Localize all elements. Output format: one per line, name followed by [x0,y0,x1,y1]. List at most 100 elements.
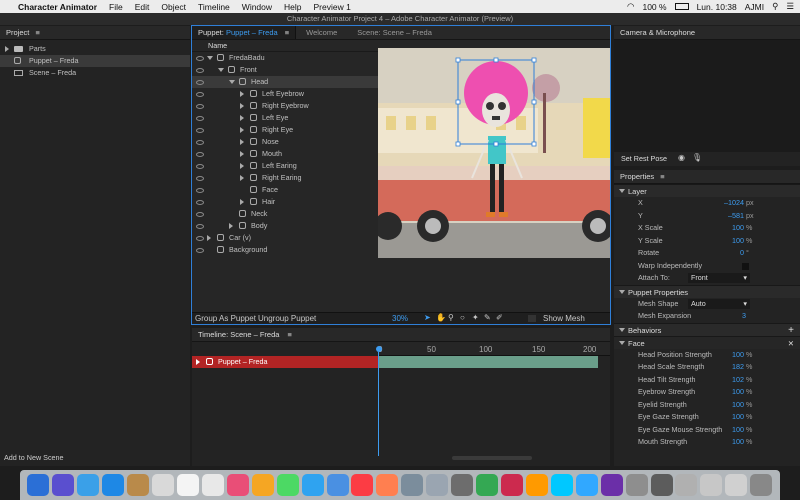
property-row[interactable]: Eyebrow Strength 100% [614,386,800,399]
expand-icon[interactable] [5,46,9,52]
visibility-eye-icon[interactable] [196,248,204,253]
property-value[interactable]: 0 [740,247,744,260]
visibility-eye-icon[interactable] [196,236,204,241]
track-row-puppet[interactable]: Puppet – Freda [192,356,378,368]
trash-icon[interactable] [750,474,773,496]
property-row[interactable]: X Scale 100% [614,222,800,235]
handle-tool-icon[interactable]: ✐ [496,313,503,322]
expand-icon[interactable] [240,175,244,181]
zoom-level[interactable]: 30% [392,314,408,323]
visibility-eye-icon[interactable] [196,176,204,181]
property-row[interactable]: Eyelid Strength 100% [614,399,800,412]
chrome-icon[interactable] [476,474,499,496]
layer-section[interactable]: Layer [614,184,800,197]
mesh-expansion-value[interactable]: 3 [742,310,746,323]
property-row[interactable]: Head Scale Strength 182% [614,361,800,374]
visibility-eye-icon[interactable] [196,80,204,85]
puppet-properties-section[interactable]: Puppet Properties [614,284,800,298]
clock[interactable]: Lun. 10:38 [697,2,737,12]
visibility-eye-icon[interactable] [196,116,204,121]
menu-preview[interactable]: Preview 1 [308,2,357,12]
select-tool-icon[interactable]: ➤ [424,313,431,322]
tab-scene[interactable]: Scene: Scene – Freda [347,26,442,39]
terminal-icon[interactable] [451,474,474,496]
property-row[interactable]: Head Tilt Strength 102% [614,374,800,387]
property-value[interactable]: 100 [732,424,744,437]
search-icon[interactable]: ⚲ [772,1,778,12]
visibility-eye-icon[interactable] [196,92,204,97]
expand-icon[interactable] [240,151,244,157]
tab-puppet[interactable]: Puppet: Puppet – Freda ≡ [192,26,297,39]
folder-icon[interactable] [625,474,648,496]
panel-menu-icon[interactable]: ≡ [285,28,289,37]
visibility-eye-icon[interactable] [196,128,204,133]
menu-window[interactable]: Window [236,2,278,12]
maps-icon[interactable] [251,474,274,496]
photos-icon[interactable] [226,474,249,496]
property-value[interactable]: 102 [732,374,744,387]
expand-icon[interactable] [240,199,244,205]
show-mesh-checkbox[interactable] [528,315,536,322]
collapse-icon[interactable] [207,56,213,60]
expand-icon[interactable] [229,223,233,229]
zoom-tool-icon[interactable]: ⚲ [448,313,454,322]
mesh-expansion-row[interactable]: Mesh Expansion 3 [614,310,800,323]
panel-menu-icon[interactable]: ≡ [35,28,39,37]
property-row[interactable]: Rotate 0 ° [614,247,800,260]
menu-object[interactable]: Object [155,2,192,12]
documents-icon[interactable] [725,474,748,496]
expand-icon[interactable] [240,91,244,97]
wifi-icon[interactable]: ◠ [627,1,634,12]
ungroup-puppet-button[interactable]: Ungroup Puppet [258,314,316,323]
downloads-icon[interactable] [700,474,723,496]
messages-icon[interactable] [276,474,299,496]
origin-tool-icon[interactable]: ○ [460,313,465,322]
battery-icon[interactable] [674,3,689,10]
attach-to-dropdown[interactable]: Front ▾ [688,273,750,283]
menu-edit[interactable]: Edit [129,2,156,12]
pin-tool-icon[interactable]: ✦ [472,313,479,322]
project-item-puppet[interactable]: Puppet – Freda [0,55,190,67]
property-value[interactable]: 100 [732,436,744,449]
project-item-scene[interactable]: Scene – Freda [0,67,190,79]
visibility-eye-icon[interactable] [196,104,204,109]
mesh-shape-row[interactable]: Mesh Shape Auto ▾ [614,298,800,311]
expand-icon[interactable] [240,163,244,169]
safari-icon[interactable] [102,474,125,496]
visibility-eye-icon[interactable] [196,200,204,205]
app-store-icon[interactable] [401,474,424,496]
collapse-icon[interactable] [619,189,625,193]
reminders-icon[interactable] [201,474,224,496]
expand-icon[interactable] [240,139,244,145]
visibility-eye-icon[interactable] [196,188,204,193]
property-row[interactable]: Y Scale 100% [614,235,800,248]
stick-tool-icon[interactable]: ✎ [484,313,491,322]
warp-checkbox[interactable] [742,262,749,270]
playhead[interactable] [376,346,382,352]
character-animator-icon[interactable] [600,474,623,496]
after-effects-icon[interactable] [550,474,573,496]
collapse-icon[interactable] [229,80,235,84]
puppet-canvas[interactable] [378,48,610,258]
property-row[interactable]: Y –581 px [614,210,800,223]
books-icon[interactable] [376,474,399,496]
siri-icon[interactable] [52,474,75,496]
property-value[interactable]: –581 [728,210,744,223]
expand-icon[interactable] [240,115,244,121]
camera-icon[interactable]: ◉ [678,153,685,162]
property-value[interactable]: 100 [732,222,744,235]
property-row[interactable]: Eye Gaze Strength 100% [614,411,800,424]
menu-list-icon[interactable]: ☰ [786,1,794,12]
timeline-scroll[interactable] [452,456,532,460]
property-value[interactable]: 100 [732,349,744,362]
visibility-eye-icon[interactable] [196,164,204,169]
contacts-icon[interactable] [127,474,150,496]
keynote-icon[interactable] [326,474,349,496]
tab-welcome[interactable]: Welcome [296,26,347,39]
photoshop-icon[interactable] [575,474,598,496]
preview-icon[interactable] [675,474,698,496]
property-row[interactable]: Eye Gaze Mouse Strength 100% [614,424,800,437]
collapse-icon[interactable] [619,327,625,332]
collapse-icon[interactable] [218,68,224,72]
property-value[interactable]: –1024 [724,197,744,210]
